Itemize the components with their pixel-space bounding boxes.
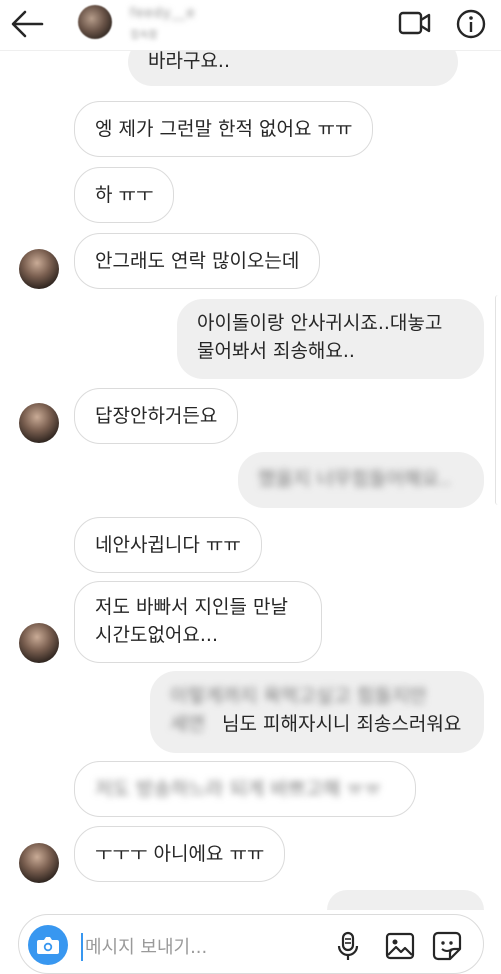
message-bubble-incoming[interactable]: 엥 제가 그런말 한적 없어요 ㅠㅠ bbox=[74, 101, 374, 157]
video-call-icon[interactable] bbox=[398, 10, 432, 36]
chat-header: feedy__e 접속함 bbox=[0, 0, 501, 51]
message-thread[interactable]: 바라구요.. 엥 제가 그런말 한적 없어요 ㅠㅠ 하 ㅠㅜ 안그래도 연락 많… bbox=[0, 50, 501, 910]
message-bubble-outgoing[interactable]: 했을지 너무힘들어해요.. bbox=[238, 452, 484, 508]
message-text: 네안사귑니다 ㅠㅠ bbox=[95, 534, 241, 556]
message-bubble-incoming[interactable]: 저도 바빠서 지인들 만날 시간도없어요... bbox=[74, 581, 322, 663]
message-bubble-incoming[interactable]: ㅜㅜㅜ 아니에요 ㅠㅠ bbox=[74, 826, 286, 882]
message-text-line: 시간도없어요... bbox=[95, 624, 218, 646]
sender-avatar[interactable] bbox=[19, 843, 59, 883]
message-text: 했을지 너무힘들어해요.. bbox=[258, 468, 451, 490]
message-bubble-incoming[interactable]: 네안사귑니다 ㅠㅠ bbox=[74, 517, 262, 573]
message-composer bbox=[18, 914, 484, 974]
sticker-icon[interactable] bbox=[432, 931, 462, 961]
message-text: 답장안하거든요 bbox=[95, 405, 218, 427]
message-text-line: 물어봐서 죄송해요.. bbox=[197, 340, 355, 362]
message-text-line: 세연 님도 피해자시니 죄송스러워요 bbox=[170, 713, 462, 735]
camera-button[interactable] bbox=[28, 925, 68, 965]
microphone-icon[interactable] bbox=[335, 931, 361, 961]
message-text-line: 아이돌이랑 안사귀시죠..대놓고 bbox=[197, 312, 443, 334]
info-icon[interactable] bbox=[455, 8, 487, 40]
contact-avatar[interactable] bbox=[78, 5, 112, 39]
message-bubble-outgoing[interactable]: 이렇게까지 욕먹고싶고 힘들지만 세연 님도 피해자시니 죄송스러워요 bbox=[150, 671, 484, 753]
message-text: ㅜㅜㅜ 아니에요 ㅠㅠ bbox=[95, 843, 265, 865]
contact-name[interactable]: feedy__e bbox=[130, 6, 196, 21]
gallery-icon[interactable] bbox=[385, 931, 415, 961]
message-bubble-outgoing-partial[interactable] bbox=[327, 890, 484, 910]
message-bubble-incoming[interactable]: 하 ㅠㅜ bbox=[74, 167, 175, 223]
message-bubble-incoming[interactable]: 저도 방송하느라 되게 바쁘고해 ㅠㅠ bbox=[74, 761, 416, 817]
camera-icon bbox=[37, 937, 59, 954]
sender-avatar[interactable] bbox=[19, 403, 59, 443]
message-text: 저도 방송하느라 되게 바쁘고해 ㅠㅠ bbox=[95, 778, 382, 800]
message-input[interactable] bbox=[81, 933, 327, 961]
message-text: 바라구요.. bbox=[148, 50, 230, 72]
message-bubble-incoming[interactable]: 안그래도 연락 많이오는데 bbox=[74, 233, 321, 289]
message-text: 안그래도 연락 많이오는데 bbox=[95, 250, 300, 272]
message-bubble-outgoing[interactable]: 바라구요.. bbox=[128, 50, 458, 86]
message-bubble-incoming[interactable]: 답장안하거든요 bbox=[74, 388, 239, 444]
sender-avatar[interactable] bbox=[19, 249, 59, 289]
sender-avatar[interactable] bbox=[19, 623, 59, 663]
scrollbar[interactable] bbox=[495, 295, 501, 505]
message-text-line: 이렇게까지 욕먹고싶고 힘들지만 bbox=[170, 685, 427, 707]
message-bubble-outgoing[interactable]: 아이돌이랑 안사귀시죠..대놓고 물어봐서 죄송해요.. bbox=[177, 299, 484, 379]
message-text-line: 저도 바빠서 지인들 만날 bbox=[95, 596, 288, 618]
back-arrow-icon[interactable] bbox=[10, 9, 44, 39]
message-text: 하 ㅠㅜ bbox=[95, 184, 154, 206]
contact-status: 접속함 bbox=[130, 30, 158, 41]
message-text: 엥 제가 그런말 한적 없어요 ㅠㅠ bbox=[95, 118, 353, 140]
